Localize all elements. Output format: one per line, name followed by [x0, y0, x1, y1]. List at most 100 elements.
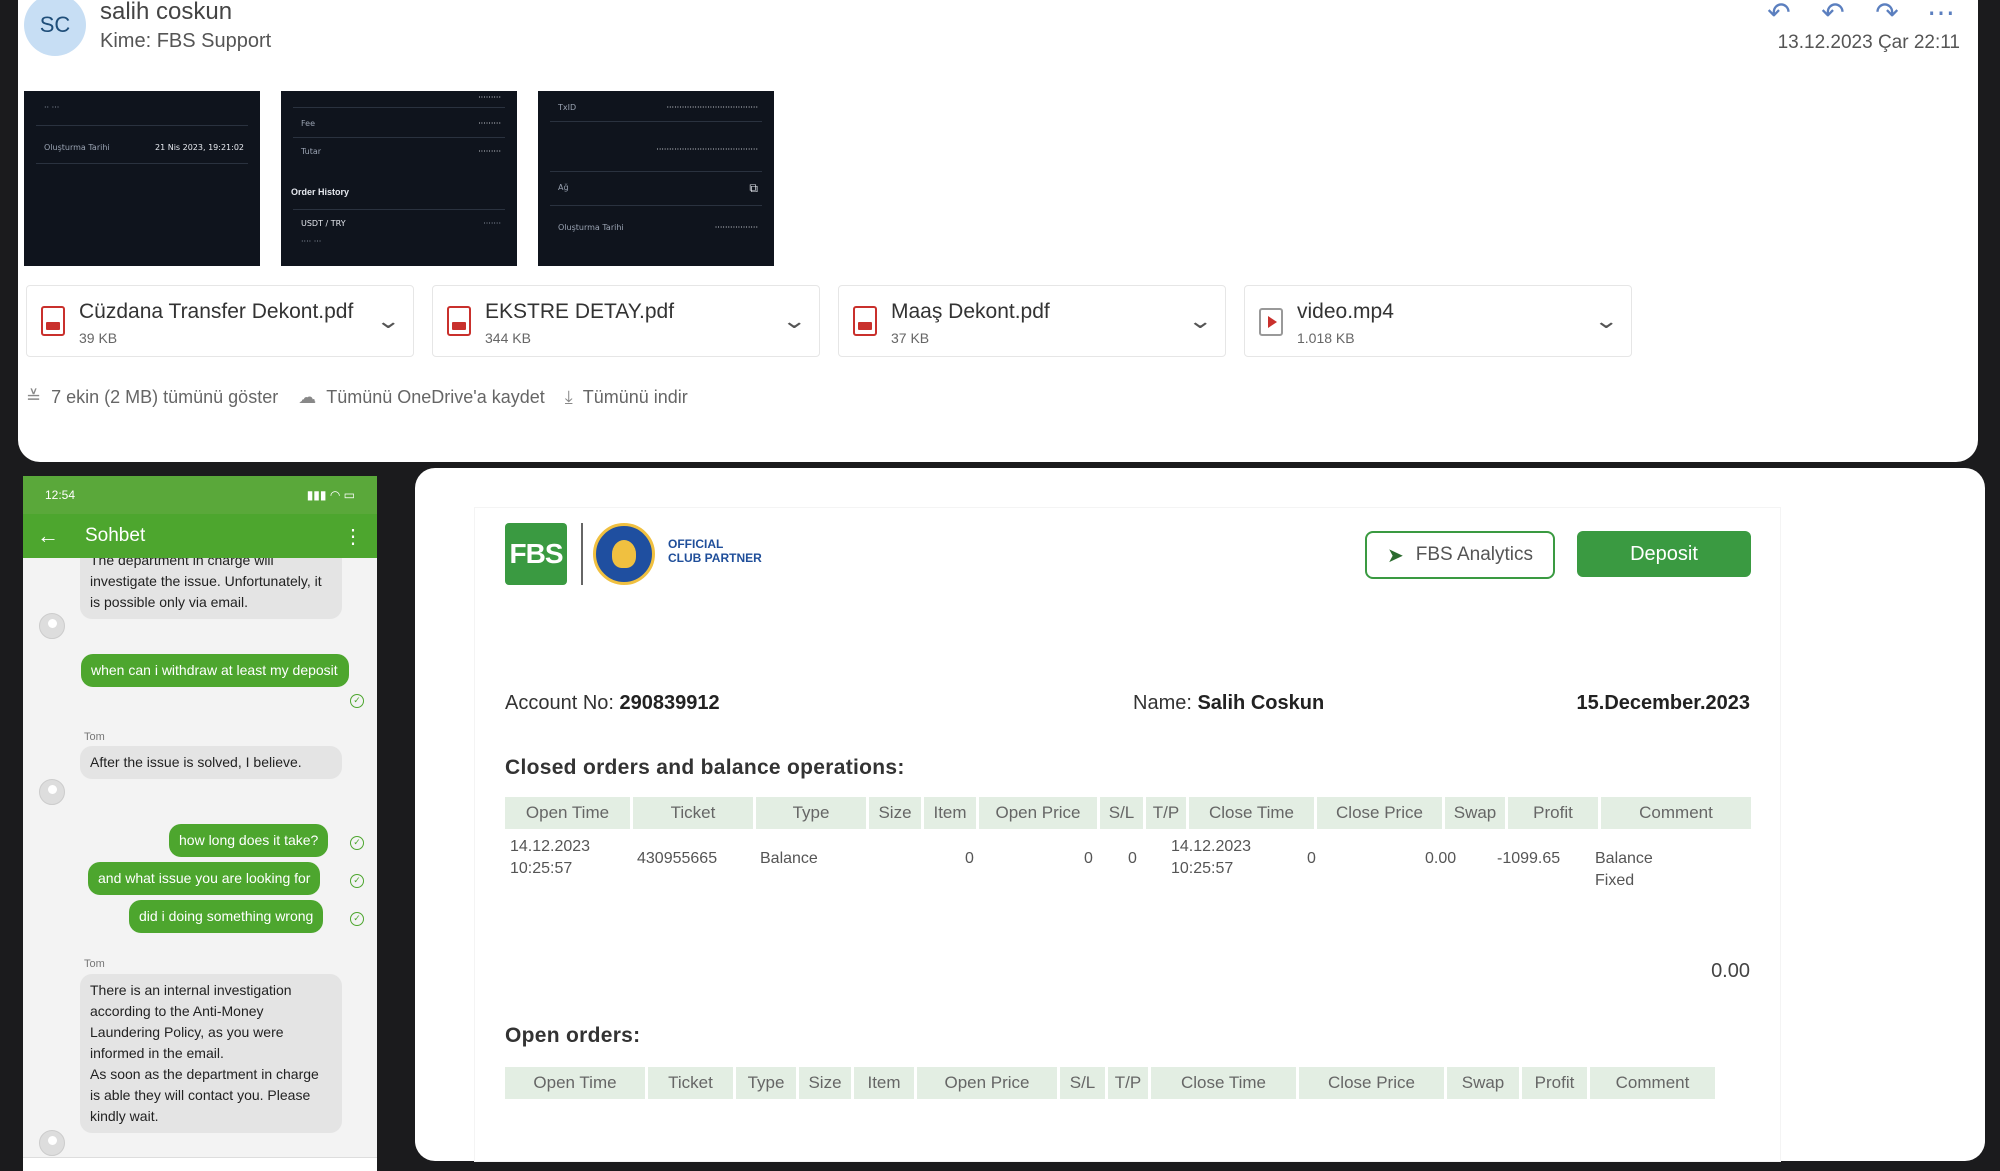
download-all-link[interactable]: ⤓ Tümünü indir: [565, 387, 688, 408]
thumb-row: Ağ: [558, 183, 569, 192]
cell-open-price: 0: [965, 850, 974, 867]
attachment-card[interactable]: video.mp4 1.018 KB ⌄: [1244, 285, 1632, 357]
kebab-menu-icon[interactable]: ⋮: [343, 524, 363, 549]
deposit-button[interactable]: Deposit: [1577, 531, 1751, 577]
video-file-icon: [1259, 308, 1283, 336]
statement-date: 15.December.2023: [1576, 692, 1750, 714]
reply-icon[interactable]: ↶: [1764, 0, 1794, 29]
club-crest-logo: [593, 523, 655, 585]
read-check-icon: ✓: [350, 694, 364, 708]
name-label: Name:: [1133, 692, 1192, 714]
logo-divider: [581, 523, 583, 585]
partner-line-2: CLUB PARTNER: [668, 551, 762, 565]
to-label: Kime:: [100, 30, 152, 52]
attachment-card[interactable]: Maaş Dekont.pdf 37 KB ⌄: [838, 285, 1226, 357]
thumb-row: Oluşturma Tarihi: [558, 223, 624, 232]
thumb-label: Oluşturma Tarihi: [44, 143, 110, 152]
column-header: Type: [756, 797, 866, 829]
column-header: Size: [869, 797, 921, 829]
fbs-analytics-button[interactable]: ➤ FBS Analytics: [1365, 531, 1555, 579]
attachment-name: EKSTRE DETAY.pdf: [485, 300, 675, 323]
column-header: Open Price: [979, 797, 1097, 829]
fbs-logo: FBS: [505, 523, 567, 585]
attachment-card[interactable]: Cüzdana Transfer Dekont.pdf 39 KB ⌄: [26, 285, 414, 357]
column-header: Swap: [1445, 797, 1505, 829]
user-message: and what issue you are looking for: [88, 862, 321, 895]
back-arrow-icon[interactable]: ←: [37, 523, 59, 549]
column-header: Ticket: [633, 797, 753, 829]
show-all-label: 7 ekin (2 MB) tümünü göster: [51, 387, 279, 407]
chat-header: ← Sohbet ⋮: [23, 514, 377, 558]
chevron-down-icon[interactable]: ⌄: [1593, 308, 1619, 334]
column-header: Profit: [1522, 1067, 1587, 1099]
partner-line-1: OFFICIAL: [668, 537, 724, 551]
reply-all-icon[interactable]: ↶: [1818, 0, 1848, 29]
show-all-attachments-link[interactable]: ≚ 7 ekin (2 MB) tümünü göster: [26, 387, 278, 408]
account-value: 290839912: [619, 692, 720, 714]
agent-avatar: [39, 779, 65, 805]
attachment-card[interactable]: EKSTRE DETAY.pdf 344 KB ⌄: [432, 285, 820, 357]
column-header: Close Time: [1151, 1067, 1296, 1099]
column-header: Ticket: [648, 1067, 733, 1099]
closed-orders-header: Open Time Ticket Type Size Item Open Pri…: [505, 797, 1751, 829]
partner-label: OFFICIAL CLUB PARTNER: [668, 537, 762, 565]
image-thumbnail-3[interactable]: TxID ···································…: [538, 91, 774, 266]
column-header: S/L: [1100, 797, 1143, 829]
thumb-label: TxID: [558, 103, 577, 112]
image-thumbnail-1[interactable]: ·· ··· Oluşturma Tarihi 21 Nis 2023, 19:…: [24, 91, 260, 266]
phone-chat-screenshot: 12:54 ▮▮▮ ◠ ▭ ← Sohbet ⋮ The department …: [23, 476, 377, 1171]
download-all-label: Tümünü indir: [582, 387, 688, 407]
chat-input-bar[interactable]: [23, 1157, 377, 1171]
paper-plane-icon: ➤: [1387, 544, 1404, 567]
user-message: when can i withdraw at least my deposit: [81, 654, 349, 687]
save-onedrive-label: Tümünü OneDrive'a kaydet: [326, 387, 545, 407]
cell-type: Balance: [760, 850, 818, 867]
column-header: T/P: [1146, 797, 1186, 829]
read-check-icon: ✓: [350, 836, 364, 850]
cloud-icon: ☁: [298, 387, 317, 407]
attachment-actions: ≚ 7 ekin (2 MB) tümünü göster ☁ Tümünü O…: [26, 387, 688, 408]
cell-tp: 0: [1128, 850, 1137, 867]
column-header: Item: [924, 797, 976, 829]
save-to-onedrive-link[interactable]: ☁ Tümünü OneDrive'a kaydet: [298, 387, 545, 408]
cell-close-price: 0: [1307, 850, 1316, 867]
read-check-icon: ✓: [350, 874, 364, 888]
recipient-line: Kime: FBS Support: [100, 30, 271, 53]
column-header: Open Time: [505, 1067, 645, 1099]
pdf-icon: [447, 306, 471, 336]
chevron-down-icon[interactable]: ⌄: [1187, 308, 1213, 334]
forward-icon[interactable]: ↷: [1872, 0, 1902, 29]
column-header: S/L: [1060, 1067, 1105, 1099]
chevron-down-icon[interactable]: ⌄: [375, 308, 401, 334]
cell-comment: Balance Fixed: [1595, 850, 1653, 889]
account-number: Account No: 290839912: [505, 692, 720, 715]
email-actions: ↶ ↶ ↷ ⋯: [1764, 0, 1956, 29]
column-header: Close Time: [1189, 797, 1314, 829]
closed-orders-title: Closed orders and balance operations:: [505, 756, 905, 779]
user-message: did i doing something wrong: [129, 900, 324, 933]
attachment-name: video.mp4: [1297, 300, 1394, 323]
column-header: Open Time: [505, 797, 630, 829]
thumb-value: 21 Nis 2023, 19:21:02: [154, 143, 244, 152]
cell-open-time: 14.12.2023 10:25:57: [510, 838, 591, 877]
column-header: Comment: [1601, 797, 1751, 829]
thumb-row: Fee: [301, 119, 316, 128]
account-label: Account No:: [505, 692, 614, 714]
cell-ticket: 430955665: [637, 850, 718, 867]
attachment-size: 1.018 KB: [1297, 330, 1355, 346]
download-icon: ⤓: [564, 387, 573, 407]
agent-avatar: [39, 1130, 65, 1156]
thumb-row: Tutar: [301, 147, 322, 156]
double-chevron-down-icon: ≚: [26, 387, 42, 407]
more-icon[interactable]: ⋯: [1926, 0, 1956, 29]
sender-avatar: SC: [24, 0, 86, 56]
cell-profit: -1099.65: [1497, 850, 1561, 867]
image-thumbnail-2[interactable]: ········· Fee ········· Tutar ········· …: [281, 91, 517, 266]
thumb-row: USDT / TRY: [301, 219, 346, 228]
agent-message: After the issue is solved, I believe.: [80, 746, 342, 779]
read-check-icon: ✓: [350, 912, 364, 926]
agent-sender-name: Tom: [84, 731, 105, 743]
column-header: Size: [799, 1067, 851, 1099]
chevron-down-icon[interactable]: ⌄: [781, 308, 807, 334]
agent-avatar: [39, 613, 65, 639]
